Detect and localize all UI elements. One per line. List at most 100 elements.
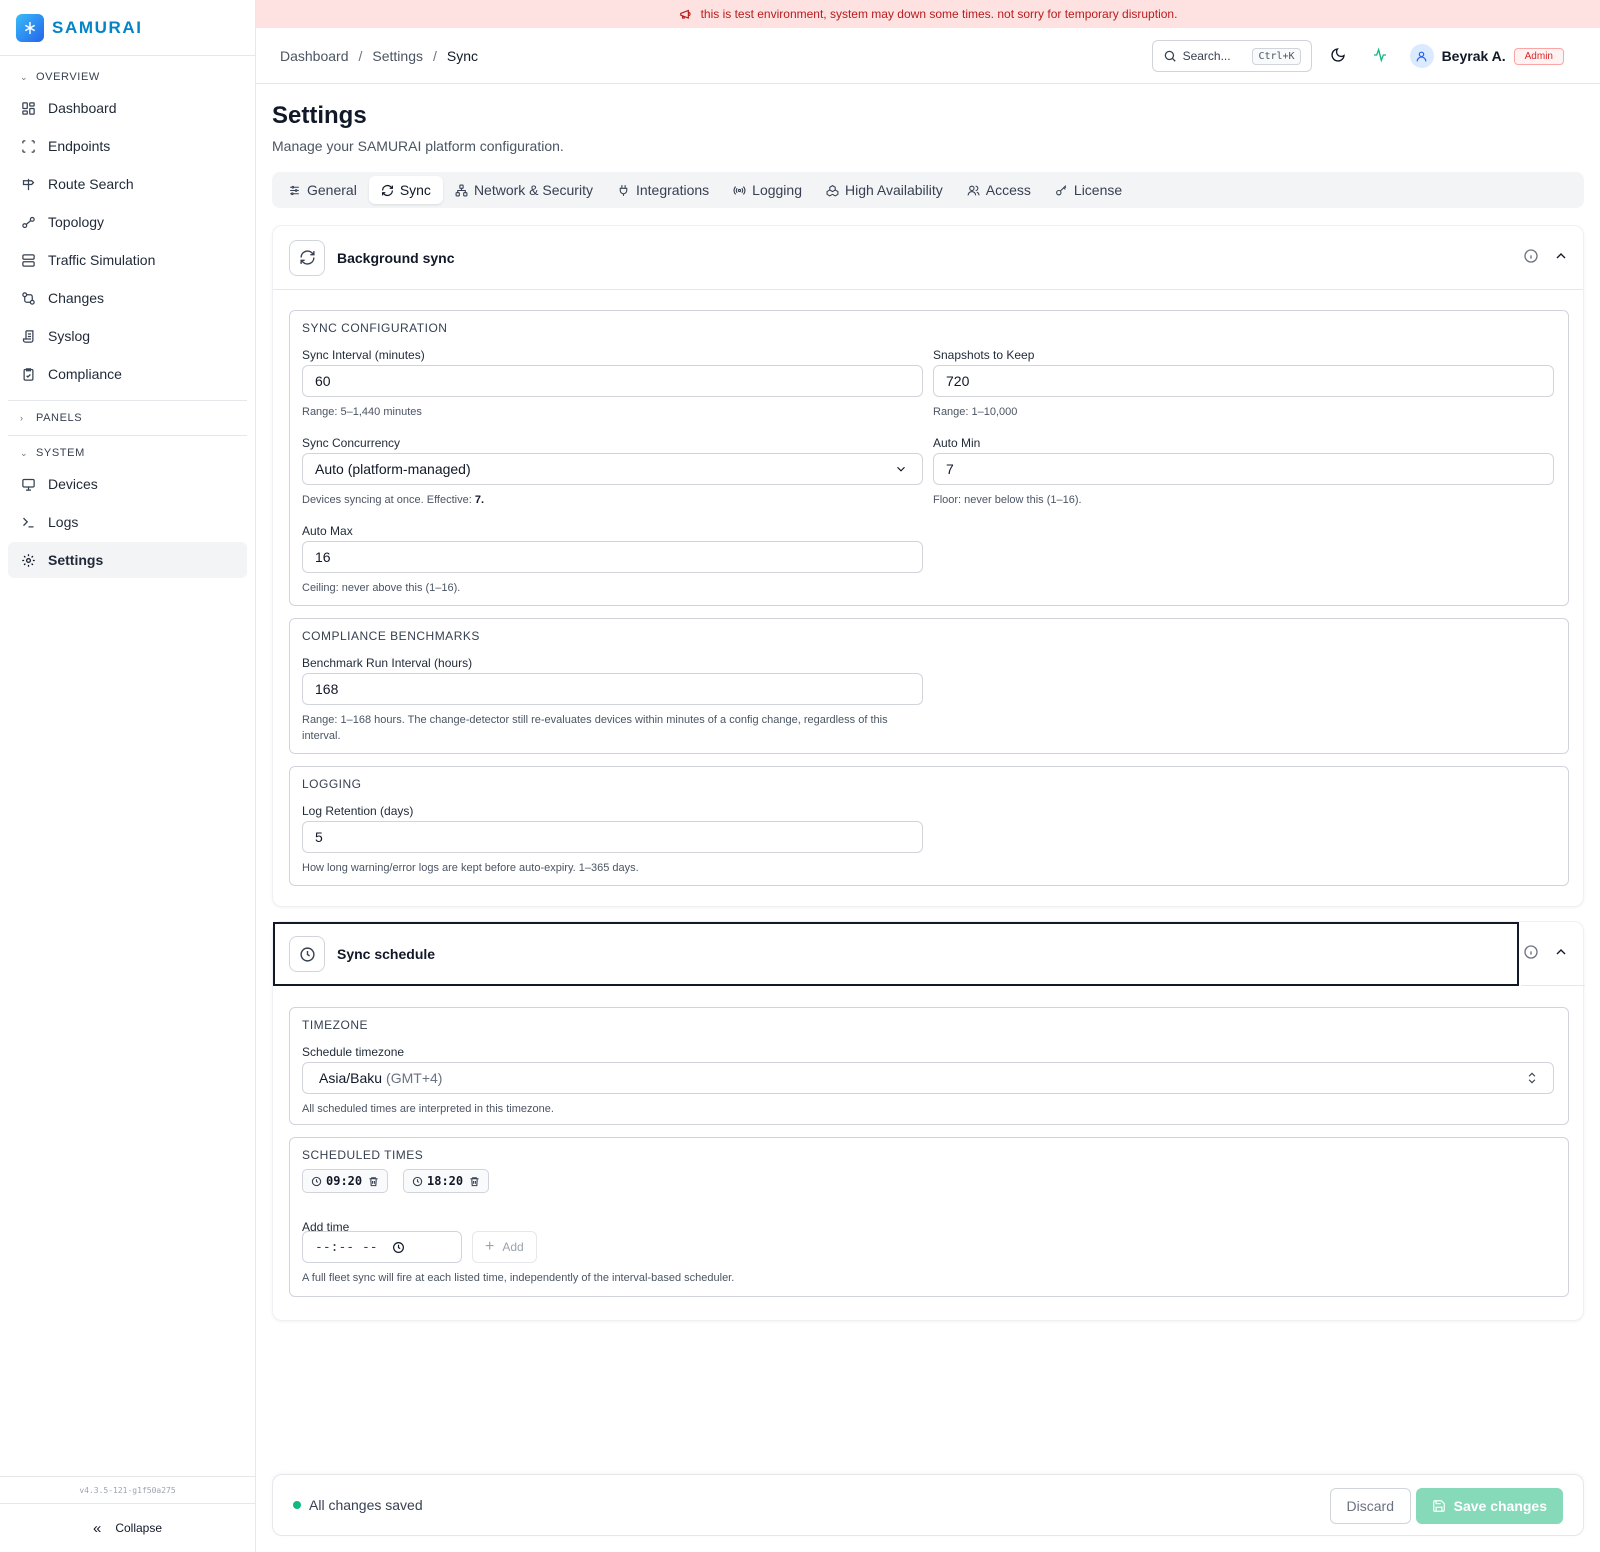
tab-license[interactable]: License [1043, 176, 1134, 204]
discard-button[interactable]: Discard [1329, 1488, 1411, 1524]
header-actions: Search... Ctrl+K Beyrak A. Admin [1151, 40, 1564, 72]
auto-min-hint: Floor: never below this (1–16). [933, 494, 1082, 506]
time-placeholder: --:-- -- [315, 1239, 378, 1255]
sidebar-item-devices[interactable]: Devices [8, 466, 247, 502]
settings-tabs: General Sync Network & Security Integrat… [272, 172, 1584, 208]
input-value: 168 [315, 681, 339, 697]
save-changes-button[interactable]: Save changes [1415, 1488, 1563, 1524]
chevron-up-icon[interactable] [1553, 248, 1569, 264]
sync-schedule-header[interactable]: Sync schedule [273, 922, 1519, 986]
sidebar-item-label: Topology [48, 214, 105, 230]
version-label: v4.3.5-121-g1f50a275 [0, 1476, 255, 1504]
trash-icon[interactable] [368, 1176, 379, 1187]
clock-icon[interactable] [392, 1241, 405, 1254]
brand-name: SAMURAI [52, 17, 143, 37]
moon-icon [1330, 47, 1346, 66]
timezone-label: Schedule timezone [302, 1045, 405, 1059]
sidebar-item-endpoints[interactable]: Endpoints [8, 128, 247, 164]
users-icon [967, 184, 980, 197]
breadcrumb-dashboard[interactable]: Dashboard [280, 48, 349, 64]
sidebar-item-label: Settings [48, 552, 104, 568]
activity-icon [1372, 46, 1388, 66]
sidebar-item-route-search[interactable]: Route Search [8, 166, 247, 202]
auto-min-label: Auto Min [933, 436, 981, 450]
sidebar-item-logs[interactable]: Logs [8, 504, 247, 540]
breadcrumb-separator: / [432, 47, 437, 64]
nav-section-system[interactable]: ⌄ SYSTEM [0, 442, 255, 464]
tab-label: Network & Security [473, 182, 593, 198]
sidebar-item-syslog[interactable]: Syslog [8, 318, 247, 354]
log-retention-input[interactable]: 5 [302, 821, 923, 853]
sidebar-item-label: Logs [48, 514, 79, 530]
sidebar-item-changes[interactable]: Changes [8, 280, 247, 316]
auto-max-input[interactable]: 16 [302, 541, 923, 573]
nav-section-overview[interactable]: ⌄ OVERVIEW [0, 66, 255, 88]
scheduled-time-value: 18:20 [427, 1174, 464, 1188]
tab-general[interactable]: General [276, 176, 369, 204]
group-title: LOGGING [302, 777, 362, 791]
nav-section-panels[interactable]: › PANELS [0, 407, 255, 429]
search-shortcut: Ctrl+K [1252, 47, 1301, 65]
sidebar-item-settings[interactable]: Settings [8, 542, 247, 578]
tab-network-security[interactable]: Network & Security [443, 176, 605, 204]
group-title: SYNC CONFIGURATION [302, 321, 448, 335]
role-badge: Admin [1513, 47, 1564, 65]
samurai-logo-icon [16, 13, 44, 42]
chevron-up-icon[interactable] [1553, 944, 1569, 960]
status-dot [293, 1501, 301, 1509]
refresh-icon [289, 239, 325, 276]
collapse-button[interactable]: « Collapse [0, 1504, 255, 1552]
tab-access[interactable]: Access [955, 176, 1043, 204]
group-title: COMPLIANCE BENCHMARKS [302, 629, 480, 643]
timezone-select[interactable]: Asia/Baku (GMT+4) [302, 1062, 1554, 1094]
scheduled-time-chip: 18:20 [403, 1169, 490, 1193]
theme-toggle-button[interactable] [1322, 40, 1354, 72]
tab-high-availability[interactable]: High Availability [814, 176, 955, 204]
clipboard-check-icon [20, 366, 36, 382]
effective-value: 7. [474, 494, 485, 506]
tab-label: Sync [399, 182, 431, 198]
sidebar-item-label: Dashboard [48, 100, 117, 116]
log-retention-hint: How long warning/error logs are kept bef… [302, 862, 639, 874]
add-time-input[interactable]: --:-- -- [302, 1231, 462, 1263]
nav-section-label: PANELS [36, 412, 83, 424]
chevrons-up-down-icon [1525, 1071, 1539, 1085]
card-title: Background sync [337, 249, 455, 266]
tab-logging[interactable]: Logging [721, 176, 814, 204]
page-title: Settings [272, 102, 367, 129]
megaphone-icon [679, 7, 693, 21]
breadcrumb-settings[interactable]: Settings [372, 48, 423, 64]
sidebar-item-dashboard[interactable]: Dashboard [8, 90, 247, 126]
brand[interactable]: SAMURAI [0, 0, 255, 56]
trash-icon[interactable] [469, 1176, 480, 1187]
info-icon[interactable] [1523, 248, 1539, 264]
sync-interval-input[interactable]: 60 [302, 365, 923, 397]
git-compare-icon [20, 290, 36, 306]
scheduled-time-value: 09:20 [326, 1174, 363, 1188]
auto-min-input[interactable]: 7 [933, 453, 1554, 485]
terminal-icon [20, 514, 36, 530]
sync-interval-label: Sync Interval (minutes) [302, 348, 425, 362]
clock-icon [289, 936, 325, 972]
snapshots-input[interactable]: 720 [933, 365, 1554, 397]
tab-integrations[interactable]: Integrations [605, 176, 721, 204]
sidebar-item-compliance[interactable]: Compliance [8, 356, 247, 392]
sidebar-item-traffic-simulation[interactable]: Traffic Simulation [8, 242, 247, 278]
sync-concurrency-select[interactable]: Auto (platform-managed) [302, 453, 923, 485]
search-button[interactable]: Search... Ctrl+K [1151, 40, 1312, 72]
add-time-button[interactable]: + Add [472, 1231, 537, 1263]
info-icon[interactable] [1523, 944, 1539, 960]
sidebar-item-topology[interactable]: Topology [8, 204, 247, 240]
user-menu[interactable]: Beyrak A. Admin [1409, 44, 1564, 68]
benchmark-interval-input[interactable]: 168 [302, 673, 923, 705]
sync-concurrency-hint: Devices syncing at once. Effective: 7. [302, 492, 484, 508]
tab-label: High Availability [844, 182, 943, 198]
activity-button[interactable] [1364, 40, 1396, 72]
tab-label: Access [985, 182, 1031, 198]
snapshots-hint: Range: 1–10,000 [933, 406, 1018, 418]
card-header-actions [1509, 944, 1569, 960]
tab-sync[interactable]: Sync [368, 176, 443, 204]
tab-label: Integrations [635, 182, 710, 198]
background-sync-header[interactable]: Background sync [273, 226, 1583, 290]
clock-icon [311, 1176, 322, 1187]
